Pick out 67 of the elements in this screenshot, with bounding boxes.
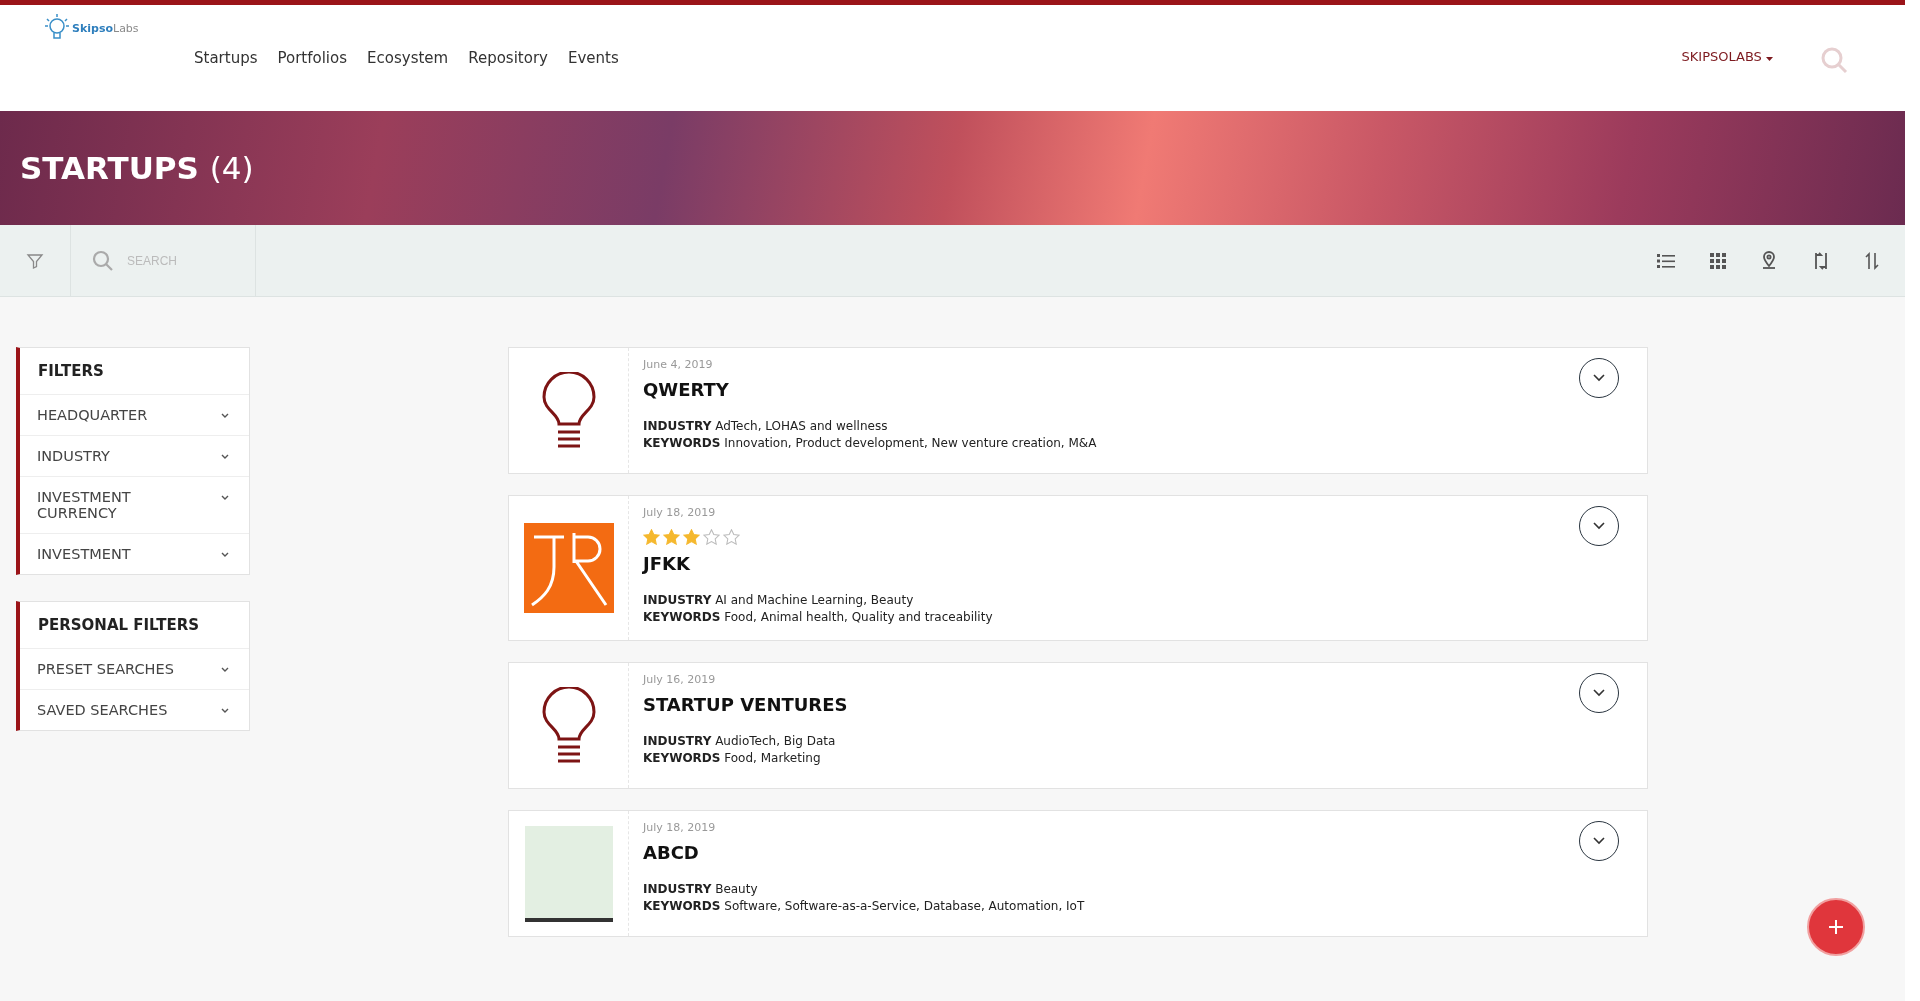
chevron-down-icon [221,413,229,419]
industry-text: INDUSTRY Beauty [643,882,759,896]
grid-view-icon[interactable] [1710,252,1726,269]
startup-card[interactable]: June 4, 2019 QWERTY INDUSTRY AdTech, LOHAS and wellness KEYWORDS Innovation, Product development, New venture creation, M&A [508,347,1648,474]
date: July 16, 2019 [643,673,717,686]
panel-title: FILTERS [20,348,249,395]
expand-button[interactable] [1579,506,1619,546]
startup-name[interactable]: QWERTY [643,379,1097,400]
empty-star-icon [723,529,740,545]
keywords-text: KEYWORDS Software, Software-as-a-Service, Database, Automation, IoT [643,899,1085,913]
chevron-down-icon [221,454,229,460]
chevron-down-icon [1592,837,1606,845]
caret-down-icon [1766,57,1773,61]
date: June 4, 2019 [643,358,714,371]
page-title: STARTUPS (4) [20,150,254,186]
map-pin-icon[interactable] [1761,250,1777,271]
nav-link[interactable]: Events [567,49,619,67]
sort-icon[interactable] [1865,251,1879,270]
search-icon [91,248,115,273]
nav-link[interactable]: Ecosystem [367,49,449,67]
date: July 18, 2019 [643,821,717,834]
chevron-down-icon [221,495,229,501]
list-view-icon[interactable] [1657,252,1675,269]
chevron-down-icon [1592,374,1606,382]
keywords-text: KEYWORDS Food, Marketing [643,751,822,765]
filter-item[interactable]: PRESET SEARCHES [20,649,249,690]
brand-name[interactable]: SkipsoLabs [72,21,139,35]
filled-star-icon [643,529,660,545]
nav-link[interactable]: Portfolios [277,49,348,67]
nav-link[interactable]: Startups [194,49,258,67]
compare-icon[interactable] [1812,250,1830,271]
filled-star-icon [663,529,680,545]
startup-name[interactable]: JFKK [643,553,993,574]
expand-button[interactable] [1579,673,1619,713]
industry-text: INDUSTRY AudioTech, Big Data [643,734,837,748]
startup-card[interactable]: July 18, 2019 ABCD INDUSTRY Beauty KEYWORDS Software, Software-as-a-Service, Database, Automation, IoT [508,810,1648,937]
lightbulb-icon [540,686,597,765]
startup-card[interactable]: July 16, 2019 STARTUP VENTURES INDUSTRY AudioTech, Big Data KEYWORDS Food, Marketing [508,662,1648,789]
lightbulb-icon [540,371,597,450]
chevron-down-icon [221,667,229,673]
panel-title: PERSONAL FILTERS [20,602,249,649]
chevron-down-icon [221,708,229,714]
filter-item[interactable]: SAVED SEARCHES [20,690,249,730]
filled-star-icon [683,529,700,545]
industry-text: INDUSTRY AdTech, LOHAS and wellness [643,419,889,433]
chevron-down-icon [1592,689,1606,697]
nav-link[interactable]: Repository [468,49,548,67]
plus-icon [1827,918,1845,936]
startup-name[interactable]: STARTUP VENTURES [643,694,848,715]
filter-icon[interactable] [26,251,44,270]
expand-button[interactable] [1579,358,1619,398]
filter-item[interactable]: HEADQUARTER [20,395,249,436]
startup-card[interactable]: July 18, 2019 JFKK INDUSTRY AI and Machine Learning, Beauty KEYWORDS Food, Animal health, Quality and traceability [508,495,1648,641]
startup-name[interactable]: ABCD [643,842,1085,863]
date: July 18, 2019 [643,506,717,519]
industry-text: INDUSTRY AI and Machine Learning, Beauty [643,593,915,607]
filter-item[interactable]: INVESTMENT [20,534,249,574]
add-button[interactable] [1807,898,1865,956]
filter-item[interactable]: INVESTMENT CURRENCY [20,477,249,534]
expand-button[interactable] [1579,821,1619,861]
empty-star-icon [703,529,720,545]
filter-item[interactable]: INDUSTRY [20,436,249,477]
chevron-down-icon [1592,522,1606,530]
chevron-down-icon [221,552,229,558]
keywords-text: KEYWORDS Innovation, Product development, New venture creation, M&A [643,436,1097,450]
account-menu[interactable]: SKIPSOLABS [1681,49,1773,64]
keywords-text: KEYWORDS Food, Animal health, Quality and traceability [643,610,993,624]
